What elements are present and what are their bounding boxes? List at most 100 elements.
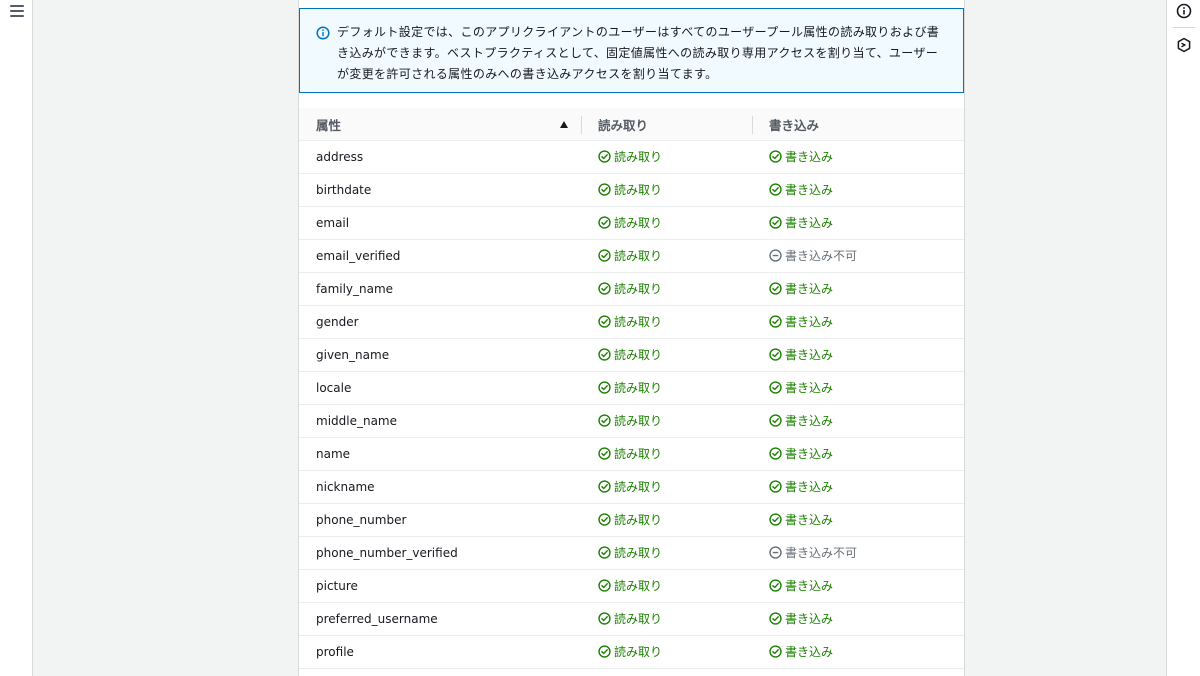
attribute-name: phone_number [316,513,407,527]
attribute-name-cell: given_name [299,338,581,372]
write-status-label: 書き込み [785,579,834,593]
write-status: 書き込み [769,379,833,396]
check-circle-icon [769,150,782,163]
write-permission-cell: 書き込み [752,371,964,405]
read-status-label: 読み取り [614,645,663,659]
attribute-name: address [316,150,364,164]
attribute-name-cell: gender [299,305,581,339]
write-permission-cell: 書き込み [752,470,964,504]
check-circle-icon [598,315,611,328]
attribute-name-cell: picture [299,569,581,603]
read-permission-cell: 読み取り [581,272,752,306]
write-permission-cell: 書き込み [752,602,964,636]
table-row: nickname 読み取り 書き込み [299,470,964,504]
read-status-label: 読み取り [614,546,663,560]
table-row: picture 読み取り 書き込み [299,569,964,603]
sort-ascending-icon[interactable] [560,121,568,128]
check-circle-icon [598,216,611,229]
write-permission-cell: 書き込み [752,173,964,207]
read-status-label: 読み取り [614,447,663,461]
left-navigation [0,0,33,676]
write-permission-cell: 書き込み [752,140,964,174]
read-permission-cell: 読み取り [581,569,752,603]
check-circle-icon [598,612,611,625]
read-status-label: 読み取り [614,579,663,593]
check-circle-icon [598,447,611,460]
write-permission-cell: 書き込み [752,272,964,306]
read-status: 読み取り [598,445,662,462]
table-row: email 読み取り 書き込み [299,206,964,240]
write-status: 書き込み [769,346,833,363]
attribute-name: picture [316,579,358,593]
info-alert-text: デフォルト設定では、このアプリクライアントのユーザーはすべてのユーザープール属性… [337,25,940,81]
write-status-label: 書き込み [785,480,834,494]
read-status-label: 読み取り [614,249,663,263]
write-permission-cell: 書き込み [752,404,964,438]
write-permission-cell: 書き込み [752,635,964,669]
attribute-name: profile [316,645,354,659]
read-status: 読み取り [598,214,662,231]
write-status: 書き込み [769,511,833,528]
read-status-label: 読み取り [614,216,663,230]
write-status: 書き込み [769,610,833,627]
read-permission-cell: 読み取り [581,140,752,174]
read-status: 読み取り [598,247,662,264]
write-permission-cell: 書き込み [752,338,964,372]
attribute-name-cell: phone_number_verified [299,536,581,570]
write-permission-cell: 書き込み [752,437,964,471]
check-circle-icon [769,348,782,361]
attribute-name-cell: birthdate [299,173,581,207]
write-status-label: 書き込み [785,612,834,626]
read-status-label: 読み取り [614,513,663,527]
check-circle-icon [598,348,611,361]
table-row: preferred_username 読み取り 書き込み [299,602,964,636]
info-circle-icon[interactable] [1176,3,1192,19]
attribute-name-cell: locale [299,371,581,405]
read-status: 読み取り [598,280,662,297]
read-status-label: 読み取り [614,612,663,626]
read-status: 読み取り [598,577,662,594]
check-circle-icon [769,513,782,526]
table-row: middle_name 読み取り 書き込み [299,404,964,438]
check-circle-icon [598,546,611,559]
read-status: 読み取り [598,181,662,198]
write-status: 書き込み [769,181,833,198]
table-row: profile 読み取り 書き込み [299,635,964,669]
read-status-label: 読み取り [614,282,663,296]
hexagon-settings-icon[interactable] [1176,37,1192,53]
write-status: 書き込み [769,643,833,660]
column-header-attribute[interactable]: 属性 [299,108,581,141]
right-tools-rail [1166,0,1200,676]
attribute-name: birthdate [316,183,372,197]
minus-circle-icon [769,546,782,559]
table-row: phone_number_verified 読み取り 書き込み不可 [299,536,964,570]
write-permission-cell: 書き込み [752,503,964,537]
attribute-name-cell: name [299,437,581,471]
check-circle-icon [769,447,782,460]
read-status: 読み取り [598,346,662,363]
check-circle-icon [598,414,611,427]
attribute-name: given_name [316,348,390,362]
table-header-row: 属性 読み取り 書き込み [299,108,964,141]
read-permission-cell: 読み取り [581,239,752,273]
write-status: 書き込み [769,478,833,495]
attribute-name: gender [316,315,359,329]
attribute-name-cell: nickname [299,470,581,504]
read-permission-cell: 読み取り [581,503,752,537]
check-circle-icon [598,480,611,493]
check-circle-icon [769,216,782,229]
read-status: 読み取り [598,643,662,660]
read-status: 読み取り [598,610,662,627]
table-row: address 読み取り 書き込み [299,140,964,174]
write-status: 書き込み [769,412,833,429]
hamburger-menu-icon[interactable] [10,5,24,17]
table-row: given_name 読み取り 書き込み [299,338,964,372]
read-status-label: 読み取り [614,414,663,428]
check-circle-icon [598,249,611,262]
check-circle-icon [598,150,611,163]
attribute-name-cell: phone_number [299,503,581,537]
check-circle-icon [598,579,611,592]
read-permission-cell: 読み取り [581,338,752,372]
attribute-table: 属性 読み取り 書き込み address 読み取り 書き込み birthdate 読み取… [299,108,964,669]
read-status-label: 読み取り [614,150,663,164]
